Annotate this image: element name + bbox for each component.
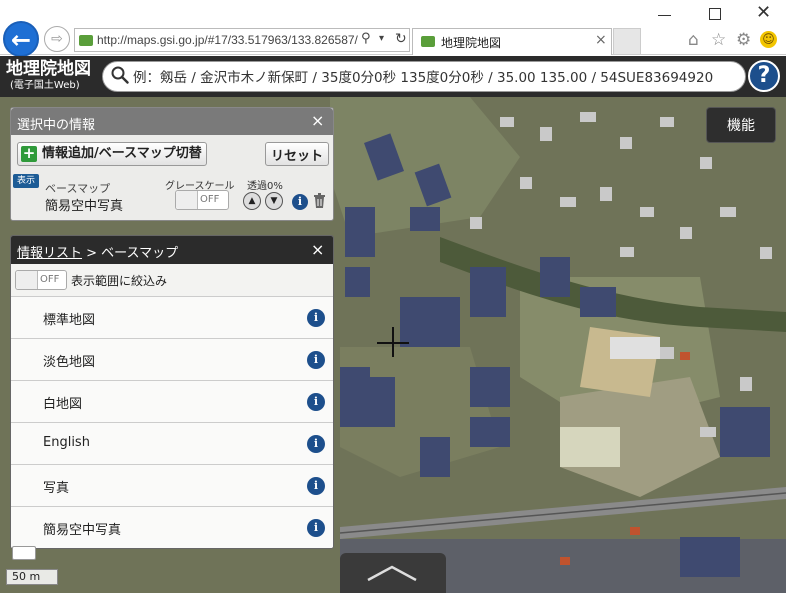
breadcrumb-current: > ベースマップ — [82, 246, 179, 261]
list-item[interactable]: 白地図 i — [11, 380, 333, 422]
tab-title[interactable]: 地理院地図 — [441, 34, 501, 51]
panel-header[interactable]: 選択中の情報 × — [11, 108, 333, 135]
basemap-name: 簡易空中写真 — [45, 199, 124, 214]
toggle-state: OFF — [40, 274, 60, 285]
map-center-crosshair-h — [377, 342, 409, 344]
info-icon[interactable]: i — [307, 477, 325, 495]
app-logo-subtitle: (電子国土Web) — [10, 80, 80, 91]
search-input[interactable] — [133, 68, 739, 88]
info-icon[interactable]: i — [307, 435, 325, 453]
address-search-icon[interactable]: ⚲ — [361, 31, 371, 46]
info-icon[interactable]: i — [307, 309, 325, 327]
list-item-label: 写真 — [43, 481, 70, 496]
list-item[interactable]: 簡易空中写真 i — [11, 506, 333, 548]
site-favicon-icon — [79, 35, 93, 46]
info-icon[interactable]: i — [307, 393, 325, 411]
grayscale-toggle[interactable]: OFF — [175, 190, 229, 210]
list-item[interactable]: 淡色地図 i — [11, 338, 333, 380]
bottom-panel-toggle[interactable] — [340, 553, 446, 593]
breadcrumb: 情報リスト > ベースマップ — [17, 242, 178, 261]
settings-gear-icon[interactable]: ⚙ — [736, 30, 751, 50]
zoom-control[interactable] — [12, 546, 36, 560]
filter-label: 表示範囲に絞込み — [71, 274, 168, 288]
add-info-label: 情報追加/ベースマップ切替 — [42, 146, 202, 161]
info-list-panel: 情報リスト > ベースマップ × OFF 表示範囲に絞込み 標準地図 i 淡色地… — [10, 235, 334, 549]
list-item-label: 標準地図 — [43, 313, 96, 328]
help-button[interactable]: ? — [748, 60, 780, 92]
home-icon[interactable]: ⌂ — [688, 30, 699, 50]
minimize-button[interactable] — [658, 8, 672, 22]
info-icon[interactable]: i — [307, 519, 325, 537]
address-bar[interactable]: http://maps.gsi.go.jp/#17/33.517963/133.… — [74, 28, 410, 52]
search-icon[interactable] — [111, 66, 129, 89]
list-item[interactable]: 写真 i — [11, 464, 333, 506]
window-close-icon[interactable]: ✕ — [756, 4, 771, 22]
app-logo[interactable]: 地理院地図 — [6, 60, 91, 79]
close-icon[interactable]: × — [311, 240, 324, 259]
search-box — [102, 61, 746, 92]
info-icon[interactable]: i — [292, 194, 308, 210]
trash-icon[interactable] — [313, 193, 326, 212]
selected-info-panel: 選択中の情報 × + 情報追加/ベースマップ切替 リセット 表示 ベースマップ … — [10, 107, 334, 221]
favorites-star-icon[interactable]: ☆ — [711, 30, 726, 50]
toggle-state: OFF — [200, 194, 220, 205]
show-badge[interactable]: 表示 — [13, 174, 39, 188]
list-item-label: 簡易空中写真 — [43, 523, 122, 538]
list-item[interactable]: 標準地図 i — [11, 296, 333, 338]
toggle-knob — [176, 191, 198, 209]
functions-button[interactable]: 機能 — [706, 107, 776, 143]
info-icon[interactable]: i — [307, 351, 325, 369]
app-header: 地理院地図 (電子国土Web) ? — [0, 56, 786, 97]
address-url[interactable]: http://maps.gsi.go.jp/#17/33.517963/133.… — [97, 33, 358, 47]
chevron-up-icon — [367, 565, 417, 582]
basemap-label: ベースマップ — [45, 182, 111, 195]
reset-button[interactable]: リセット — [265, 142, 329, 166]
address-dropdown-icon[interactable]: ▾ — [379, 33, 384, 44]
refresh-icon[interactable]: ↻ — [395, 31, 407, 47]
browser-tab[interactable]: 地理院地図 × — [412, 28, 612, 55]
panel-title: 選択中の情報 — [17, 118, 96, 133]
forward-button[interactable]: ⇨ — [44, 26, 70, 52]
tab-favicon-icon — [421, 36, 435, 47]
back-button[interactable]: ← — [3, 21, 39, 57]
new-tab-button[interactable] — [613, 28, 641, 55]
list-item-label: English — [43, 435, 90, 450]
filter-toggle[interactable]: OFF — [15, 270, 67, 290]
opacity-label: 透過0% — [247, 181, 283, 192]
breadcrumb-info-list-link[interactable]: 情報リスト — [17, 246, 82, 261]
tab-close-icon[interactable]: × — [595, 32, 607, 48]
move-down-button[interactable]: ▼ — [265, 192, 283, 210]
move-up-button[interactable]: ▲ — [243, 192, 261, 210]
close-icon[interactable]: × — [311, 111, 324, 130]
list-item-label: 淡色地図 — [43, 355, 96, 370]
maximize-button[interactable] — [709, 8, 721, 20]
add-info-button[interactable]: + 情報追加/ベースマップ切替 — [17, 142, 207, 166]
feedback-smiley-icon[interactable]: ☺ — [760, 31, 777, 48]
plus-icon: + — [21, 144, 37, 162]
list-item-label: 白地図 — [43, 397, 83, 412]
list-item[interactable]: English i — [11, 422, 333, 464]
panel-header: 情報リスト > ベースマップ × — [11, 236, 333, 264]
scale-bar: 50 m — [6, 569, 58, 585]
toggle-knob — [16, 271, 38, 289]
